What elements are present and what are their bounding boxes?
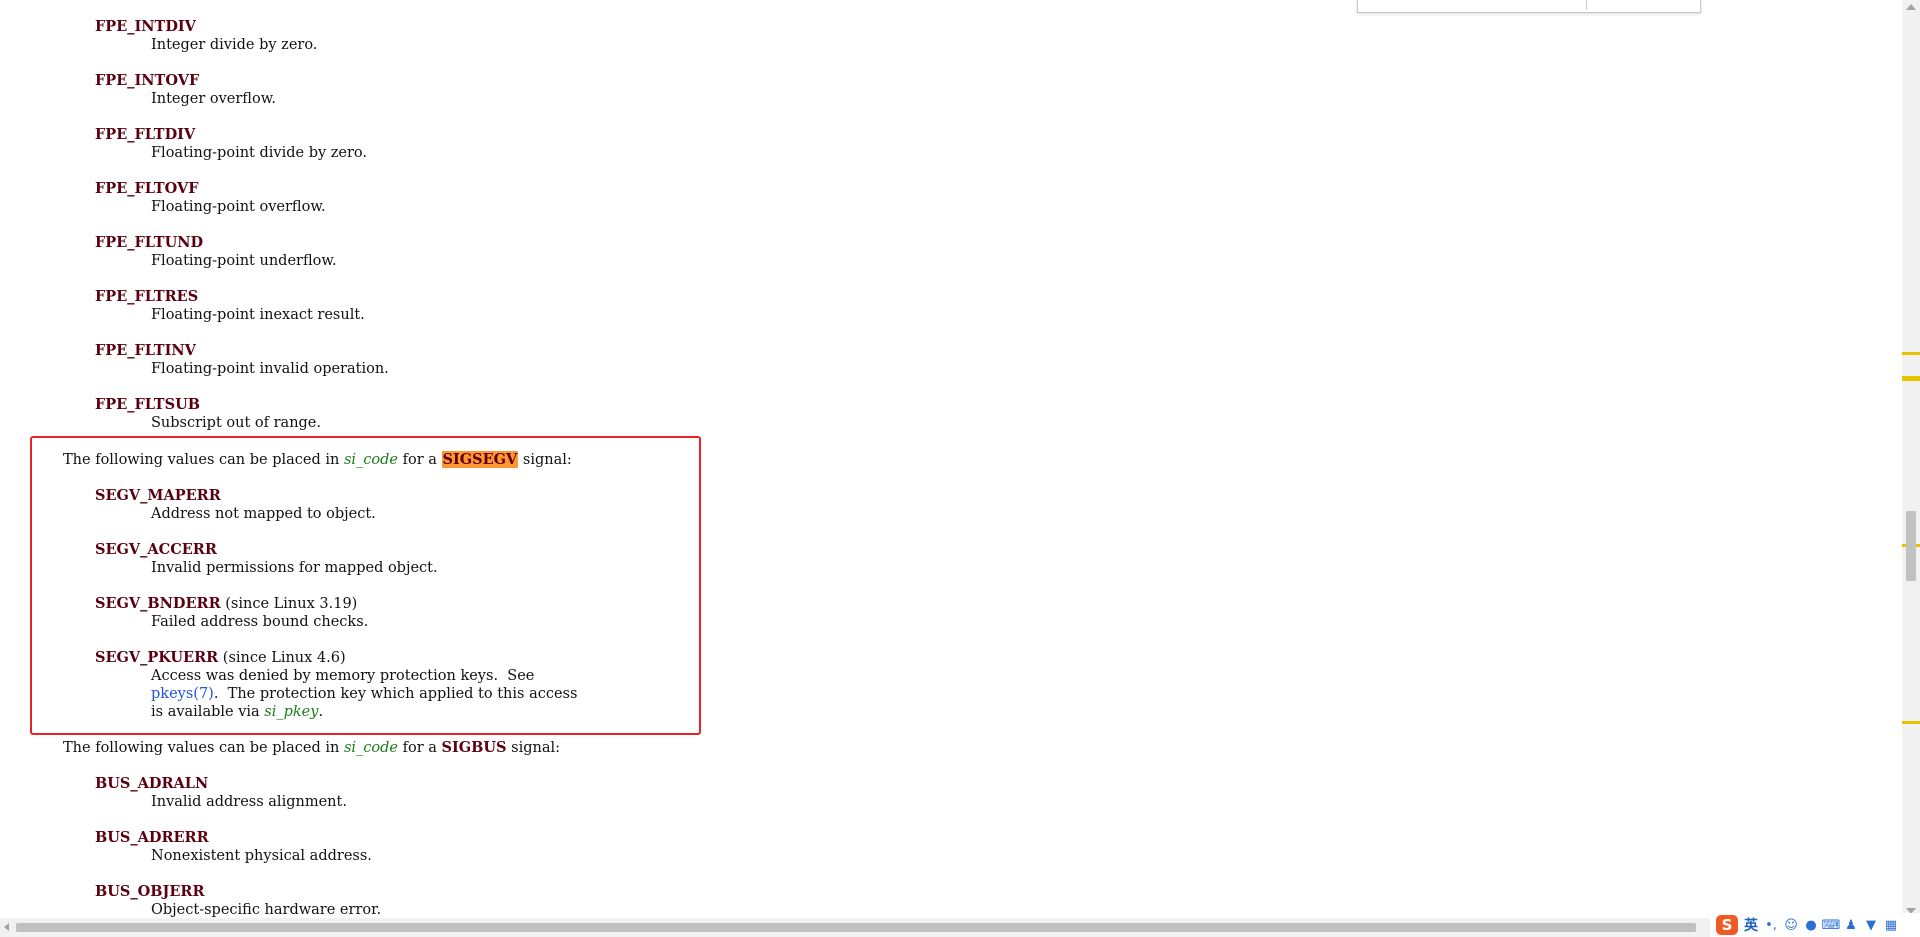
fpe-desc-fltovf: Floating-point overflow.	[151, 199, 326, 215]
fpe-term-fltsub: FPE_FLTSUB	[95, 396, 200, 413]
ime-toolbar[interactable]: S 英 •, ☺ ● ⌨ ♟ ▼ ▦	[1712, 913, 1920, 937]
find-bar-separator	[1586, 0, 1587, 10]
segv-desc-pkuerr-line3-suffix: .	[318, 704, 324, 720]
bus-intro-signal: SIGBUS	[441, 739, 507, 756]
bus-intro-suffix: signal:	[506, 740, 560, 756]
segv-term-bnderr-note: (since Linux 3.19)	[220, 596, 358, 612]
fpe-desc-fltinv: Floating-point invalid operation.	[151, 361, 389, 377]
segv-term-pkuerr: SEGV_PKUERR (since Linux 4.6)	[95, 649, 346, 666]
ime-language-toggle[interactable]: 英	[1744, 915, 1758, 935]
segv-intro-prefix: The following values can be placed in	[63, 452, 344, 468]
segv-term-pkuerr-note: (since Linux 4.6)	[218, 650, 346, 666]
bus-intro: The following values can be placed in si…	[63, 739, 560, 756]
bus-intro-var: si_code	[343, 740, 398, 756]
find-bar[interactable]	[1357, 0, 1701, 13]
segv-intro: The following values can be placed in si…	[63, 451, 572, 468]
fpe-desc-intdiv: Integer divide by zero.	[151, 37, 318, 53]
segv-term-bnderr-name: SEGV_BNDERR	[95, 595, 221, 612]
segv-term-maperr: SEGV_MAPERR	[95, 487, 221, 504]
fpe-term-intdiv: FPE_INTDIV	[95, 18, 196, 35]
bus-intro-prefix: The following values can be placed in	[63, 740, 344, 756]
segv-desc-pkuerr-line2: pkeys(7). The protection key which appli…	[151, 686, 577, 702]
bus-intro-middle: for a	[398, 740, 442, 756]
fpe-desc-fltund: Floating-point underflow.	[151, 253, 337, 269]
punctuation-icon[interactable]: •,	[1764, 918, 1778, 933]
bus-term-adrerr: BUS_ADRERR	[95, 829, 209, 846]
fpe-desc-intovf: Integer overflow.	[151, 91, 277, 107]
vertical-scrollbar-thumb[interactable]	[1906, 511, 1916, 581]
vertical-scrollbar[interactable]	[1902, 0, 1920, 918]
bus-desc-adraln: Invalid address alignment.	[151, 794, 347, 810]
segv-desc-bnderr: Failed address bound checks.	[151, 614, 369, 630]
segv-term-bnderr: SEGV_BNDERR (since Linux 3.19)	[95, 595, 357, 612]
fpe-desc-fltdiv: Floating-point divide by zero.	[151, 145, 368, 161]
grid-icon[interactable]: ▦	[1884, 918, 1898, 933]
scroll-left-arrow-icon[interactable]	[4, 923, 9, 931]
fpe-desc-fltres: Floating-point inexact result.	[151, 307, 365, 323]
segv-desc-pkuerr-line2-rest: . The protection key which applied to th…	[213, 686, 578, 702]
segv-desc-pkuerr-line3: is available via si_pkey.	[151, 704, 323, 720]
segv-intro-suffix: signal:	[518, 452, 572, 468]
horizontal-scrollbar[interactable]	[0, 918, 1710, 937]
segv-desc-accerr: Invalid permissions for mapped object.	[151, 560, 438, 576]
segv-term-accerr: SEGV_ACCERR	[95, 541, 217, 558]
search-match-highlight: SIGSEGV	[441, 451, 519, 468]
horizontal-scrollbar-thumb[interactable]	[16, 923, 1696, 932]
segv-intro-var: si_code	[343, 452, 398, 468]
bus-term-adraln: BUS_ADRALN	[95, 775, 209, 792]
search-match-marker	[1902, 721, 1920, 724]
keyboard-icon[interactable]: ⌨	[1822, 918, 1841, 933]
bus-term-objerr: BUS_OBJERR	[95, 883, 205, 900]
microphone-icon[interactable]: ●	[1804, 918, 1818, 933]
sogou-logo-icon[interactable]: S	[1716, 915, 1738, 935]
bus-desc-adrerr: Nonexistent physical address.	[151, 848, 372, 864]
pkeys-link[interactable]: pkeys(7)	[151, 686, 214, 702]
fpe-term-fltres: FPE_FLTRES	[95, 288, 199, 305]
shirt-icon[interactable]: ▼	[1864, 918, 1878, 933]
segv-desc-pkuerr-var: si_pkey	[264, 704, 319, 720]
fpe-term-fltinv: FPE_FLTINV	[95, 342, 196, 359]
smiley-icon[interactable]: ☺	[1784, 918, 1798, 933]
segv-term-pkuerr-name: SEGV_PKUERR	[95, 649, 219, 666]
search-match-marker	[1902, 352, 1920, 355]
fpe-term-fltdiv: FPE_FLTDIV	[95, 126, 196, 143]
bus-desc-objerr: Object-specific hardware error.	[151, 902, 382, 918]
fpe-term-fltund: FPE_FLTUND	[95, 234, 204, 251]
search-match-marker	[1902, 378, 1920, 381]
fpe-term-fltovf: FPE_FLTOVF	[95, 180, 199, 197]
scroll-up-arrow-icon[interactable]	[1906, 4, 1916, 10]
user-icon[interactable]: ♟	[1844, 918, 1858, 933]
segv-intro-middle: for a	[398, 452, 442, 468]
segv-desc-pkuerr-line3-prefix: is available via	[151, 704, 265, 720]
man-page-content: FPE_INTDIV Integer divide by zero. FPE_I…	[0, 0, 1900, 918]
fpe-desc-fltsub: Subscript out of range.	[151, 415, 321, 431]
segv-desc-pkuerr-line1: Access was denied by memory protection k…	[151, 668, 535, 684]
fpe-term-intovf: FPE_INTOVF	[95, 72, 200, 89]
segv-desc-maperr: Address not mapped to object.	[151, 506, 376, 522]
